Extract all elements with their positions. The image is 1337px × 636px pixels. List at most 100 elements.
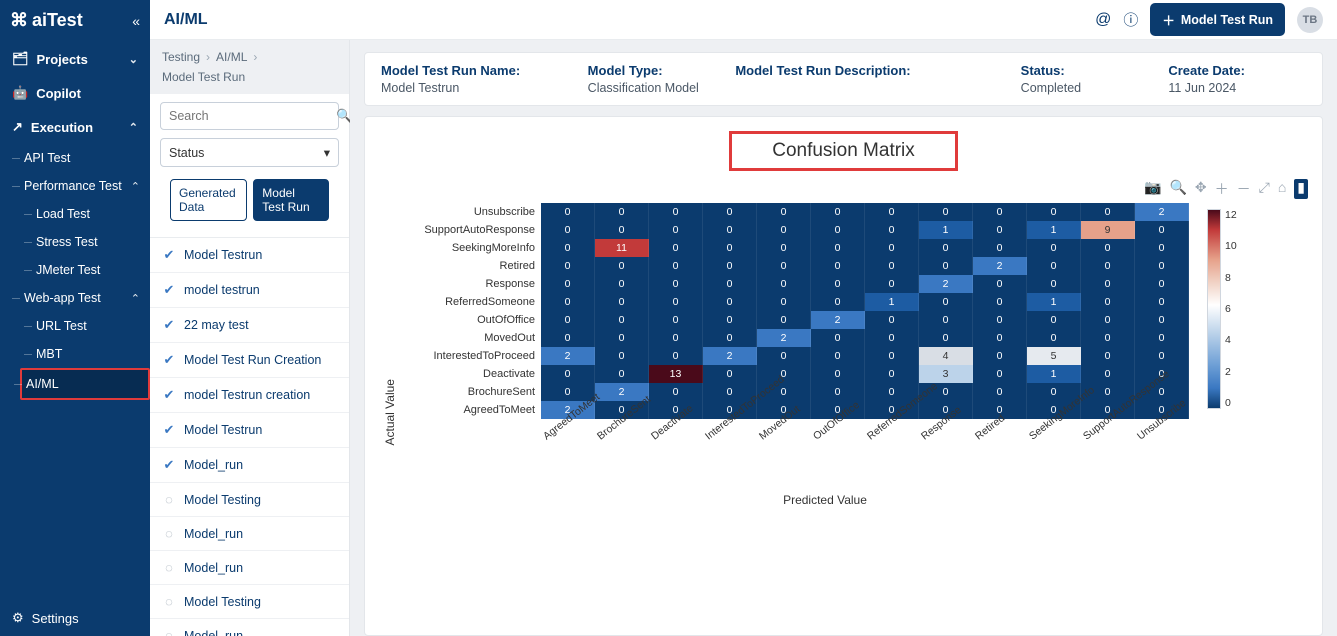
heatmap-cell[interactable]: 0: [757, 239, 811, 257]
heatmap-cell[interactable]: 0: [973, 347, 1027, 365]
heatmap-cell[interactable]: 0: [703, 257, 757, 275]
heatmap-cell[interactable]: 0: [919, 239, 973, 257]
heatmap-cell[interactable]: 0: [757, 293, 811, 311]
sidebar-item-load-test[interactable]: Load Test: [32, 200, 150, 228]
heatmap-cell[interactable]: 0: [1027, 275, 1081, 293]
heatmap-cell[interactable]: 0: [757, 275, 811, 293]
run-list-item[interactable]: ✔Model Testrun: [150, 413, 349, 448]
heatmap-cell[interactable]: 5: [1027, 347, 1081, 365]
heatmap-cell[interactable]: 0: [865, 239, 919, 257]
heatmap-cell[interactable]: 0: [865, 329, 919, 347]
run-list-item[interactable]: ✔Model Testrun: [150, 238, 349, 273]
heatmap-cell[interactable]: 0: [1027, 311, 1081, 329]
heatmap-cell[interactable]: 0: [1081, 311, 1135, 329]
heatmap-cell[interactable]: 0: [649, 203, 703, 221]
crumb[interactable]: Model Test Run: [162, 70, 245, 84]
heatmap-cell[interactable]: 0: [919, 257, 973, 275]
run-list-item[interactable]: ◌Model Testing: [150, 483, 349, 517]
heatmap-cell[interactable]: 0: [919, 293, 973, 311]
sidebar-collapse-icon[interactable]: «: [132, 13, 140, 29]
sidebar-item-jmeter-test[interactable]: JMeter Test: [32, 256, 150, 284]
heatmap-cell[interactable]: 0: [865, 365, 919, 383]
sidebar-item-url-test[interactable]: URL Test: [32, 312, 150, 340]
run-list-item[interactable]: ✔model Testrun creation: [150, 378, 349, 413]
sidebar-item-projects[interactable]: 🗂 Projects ⌄: [0, 42, 150, 76]
heatmap-cell[interactable]: 2: [1135, 203, 1189, 221]
info-icon[interactable]: ⓘ: [1123, 9, 1138, 30]
model-test-run-button[interactable]: ＋ Model Test Run: [1150, 3, 1285, 36]
heatmap-cell[interactable]: 0: [1081, 347, 1135, 365]
heatmap-cell[interactable]: 0: [757, 347, 811, 365]
heatmap-cell[interactable]: 0: [703, 293, 757, 311]
heatmap-cell[interactable]: 0: [757, 221, 811, 239]
heatmap-cell[interactable]: 0: [1135, 257, 1189, 275]
sidebar-item-stress-test[interactable]: Stress Test: [32, 228, 150, 256]
heatmap-cell[interactable]: 0: [595, 221, 649, 239]
heatmap-cell[interactable]: 0: [649, 347, 703, 365]
heatmap-cell[interactable]: 0: [649, 239, 703, 257]
heatmap-cell[interactable]: 0: [1081, 329, 1135, 347]
heatmap-cell[interactable]: 0: [1081, 293, 1135, 311]
sidebar-item-webapp-test[interactable]: Web-app Test⌃: [20, 284, 150, 312]
heatmap-cell[interactable]: 0: [649, 329, 703, 347]
heatmap-cell[interactable]: 11: [595, 239, 649, 257]
heatmap-cell[interactable]: 0: [1135, 347, 1189, 365]
heatmap-cell[interactable]: 0: [973, 383, 1027, 401]
heatmap-cell[interactable]: 0: [973, 293, 1027, 311]
sidebar-item-copilot[interactable]: 🤖 Copilot: [0, 76, 150, 110]
heatmap-cell[interactable]: 0: [757, 311, 811, 329]
heatmap-cell[interactable]: 0: [703, 365, 757, 383]
crumb[interactable]: Testing: [162, 50, 200, 64]
heatmap-cell[interactable]: 0: [973, 311, 1027, 329]
heatmap-cell[interactable]: 0: [541, 329, 595, 347]
heatmap-cell[interactable]: 0: [973, 203, 1027, 221]
heatmap-cell[interactable]: 0: [703, 239, 757, 257]
heatmap-cell[interactable]: 0: [811, 221, 865, 239]
heatmap-cell[interactable]: 0: [1135, 329, 1189, 347]
heatmap-cell[interactable]: 0: [973, 239, 1027, 257]
at-icon[interactable]: @: [1095, 11, 1111, 29]
heatmap-cell[interactable]: 0: [1027, 239, 1081, 257]
heatmap-cell[interactable]: 0: [757, 257, 811, 275]
heatmap-cell[interactable]: 0: [865, 257, 919, 275]
run-list-item[interactable]: ✔Model_run: [150, 448, 349, 483]
heatmap-cell[interactable]: 2: [703, 347, 757, 365]
sidebar-item-mbt[interactable]: MBT: [32, 340, 150, 368]
heatmap-cell[interactable]: 0: [865, 203, 919, 221]
zoom-icon[interactable]: 🔍: [1169, 179, 1186, 199]
heatmap-cell[interactable]: 0: [1135, 293, 1189, 311]
heatmap-cell[interactable]: 0: [1081, 365, 1135, 383]
sidebar-item-execution[interactable]: ↗ Execution ⌃: [0, 110, 150, 144]
heatmap-cell[interactable]: 0: [703, 203, 757, 221]
search-input[interactable]: [169, 109, 330, 123]
heatmap-cell[interactable]: 1: [865, 293, 919, 311]
heatmap-cell[interactable]: 4: [919, 347, 973, 365]
heatmap-cell[interactable]: 0: [811, 203, 865, 221]
heatmap-cell[interactable]: 0: [919, 311, 973, 329]
run-list-item[interactable]: ◌Model_run: [150, 619, 349, 636]
heatmap-cell[interactable]: 0: [973, 221, 1027, 239]
sidebar-item-performance-test[interactable]: Performance Test⌃: [20, 172, 150, 200]
search-input-wrapper[interactable]: 🔍: [160, 102, 339, 130]
zoom-in-icon[interactable]: ＋: [1215, 179, 1229, 199]
heatmap-cell[interactable]: 0: [865, 275, 919, 293]
heatmap-cell[interactable]: 0: [595, 275, 649, 293]
heatmap-cell[interactable]: 0: [595, 257, 649, 275]
heatmap-cell[interactable]: 0: [541, 221, 595, 239]
heatmap-cell[interactable]: 0: [649, 275, 703, 293]
heatmap-cell[interactable]: 0: [919, 203, 973, 221]
heatmap-cell[interactable]: 0: [811, 275, 865, 293]
heatmap-cell[interactable]: 0: [973, 365, 1027, 383]
heatmap-cell[interactable]: 0: [1027, 257, 1081, 275]
heatmap-cell[interactable]: 0: [703, 275, 757, 293]
sidebar-item-settings[interactable]: ⚙ Settings: [0, 600, 150, 636]
heatmap-cell[interactable]: 0: [595, 311, 649, 329]
sidebar-item-api-test[interactable]: API Test: [20, 144, 150, 172]
heatmap-cell[interactable]: 2: [811, 311, 865, 329]
heatmap-cell[interactable]: 0: [703, 311, 757, 329]
run-list-item[interactable]: ◌Model_run: [150, 551, 349, 585]
heatmap-cell[interactable]: 0: [811, 329, 865, 347]
camera-icon[interactable]: 📷: [1144, 179, 1161, 199]
heatmap-cell[interactable]: 0: [703, 329, 757, 347]
heatmap-cell[interactable]: 0: [811, 257, 865, 275]
